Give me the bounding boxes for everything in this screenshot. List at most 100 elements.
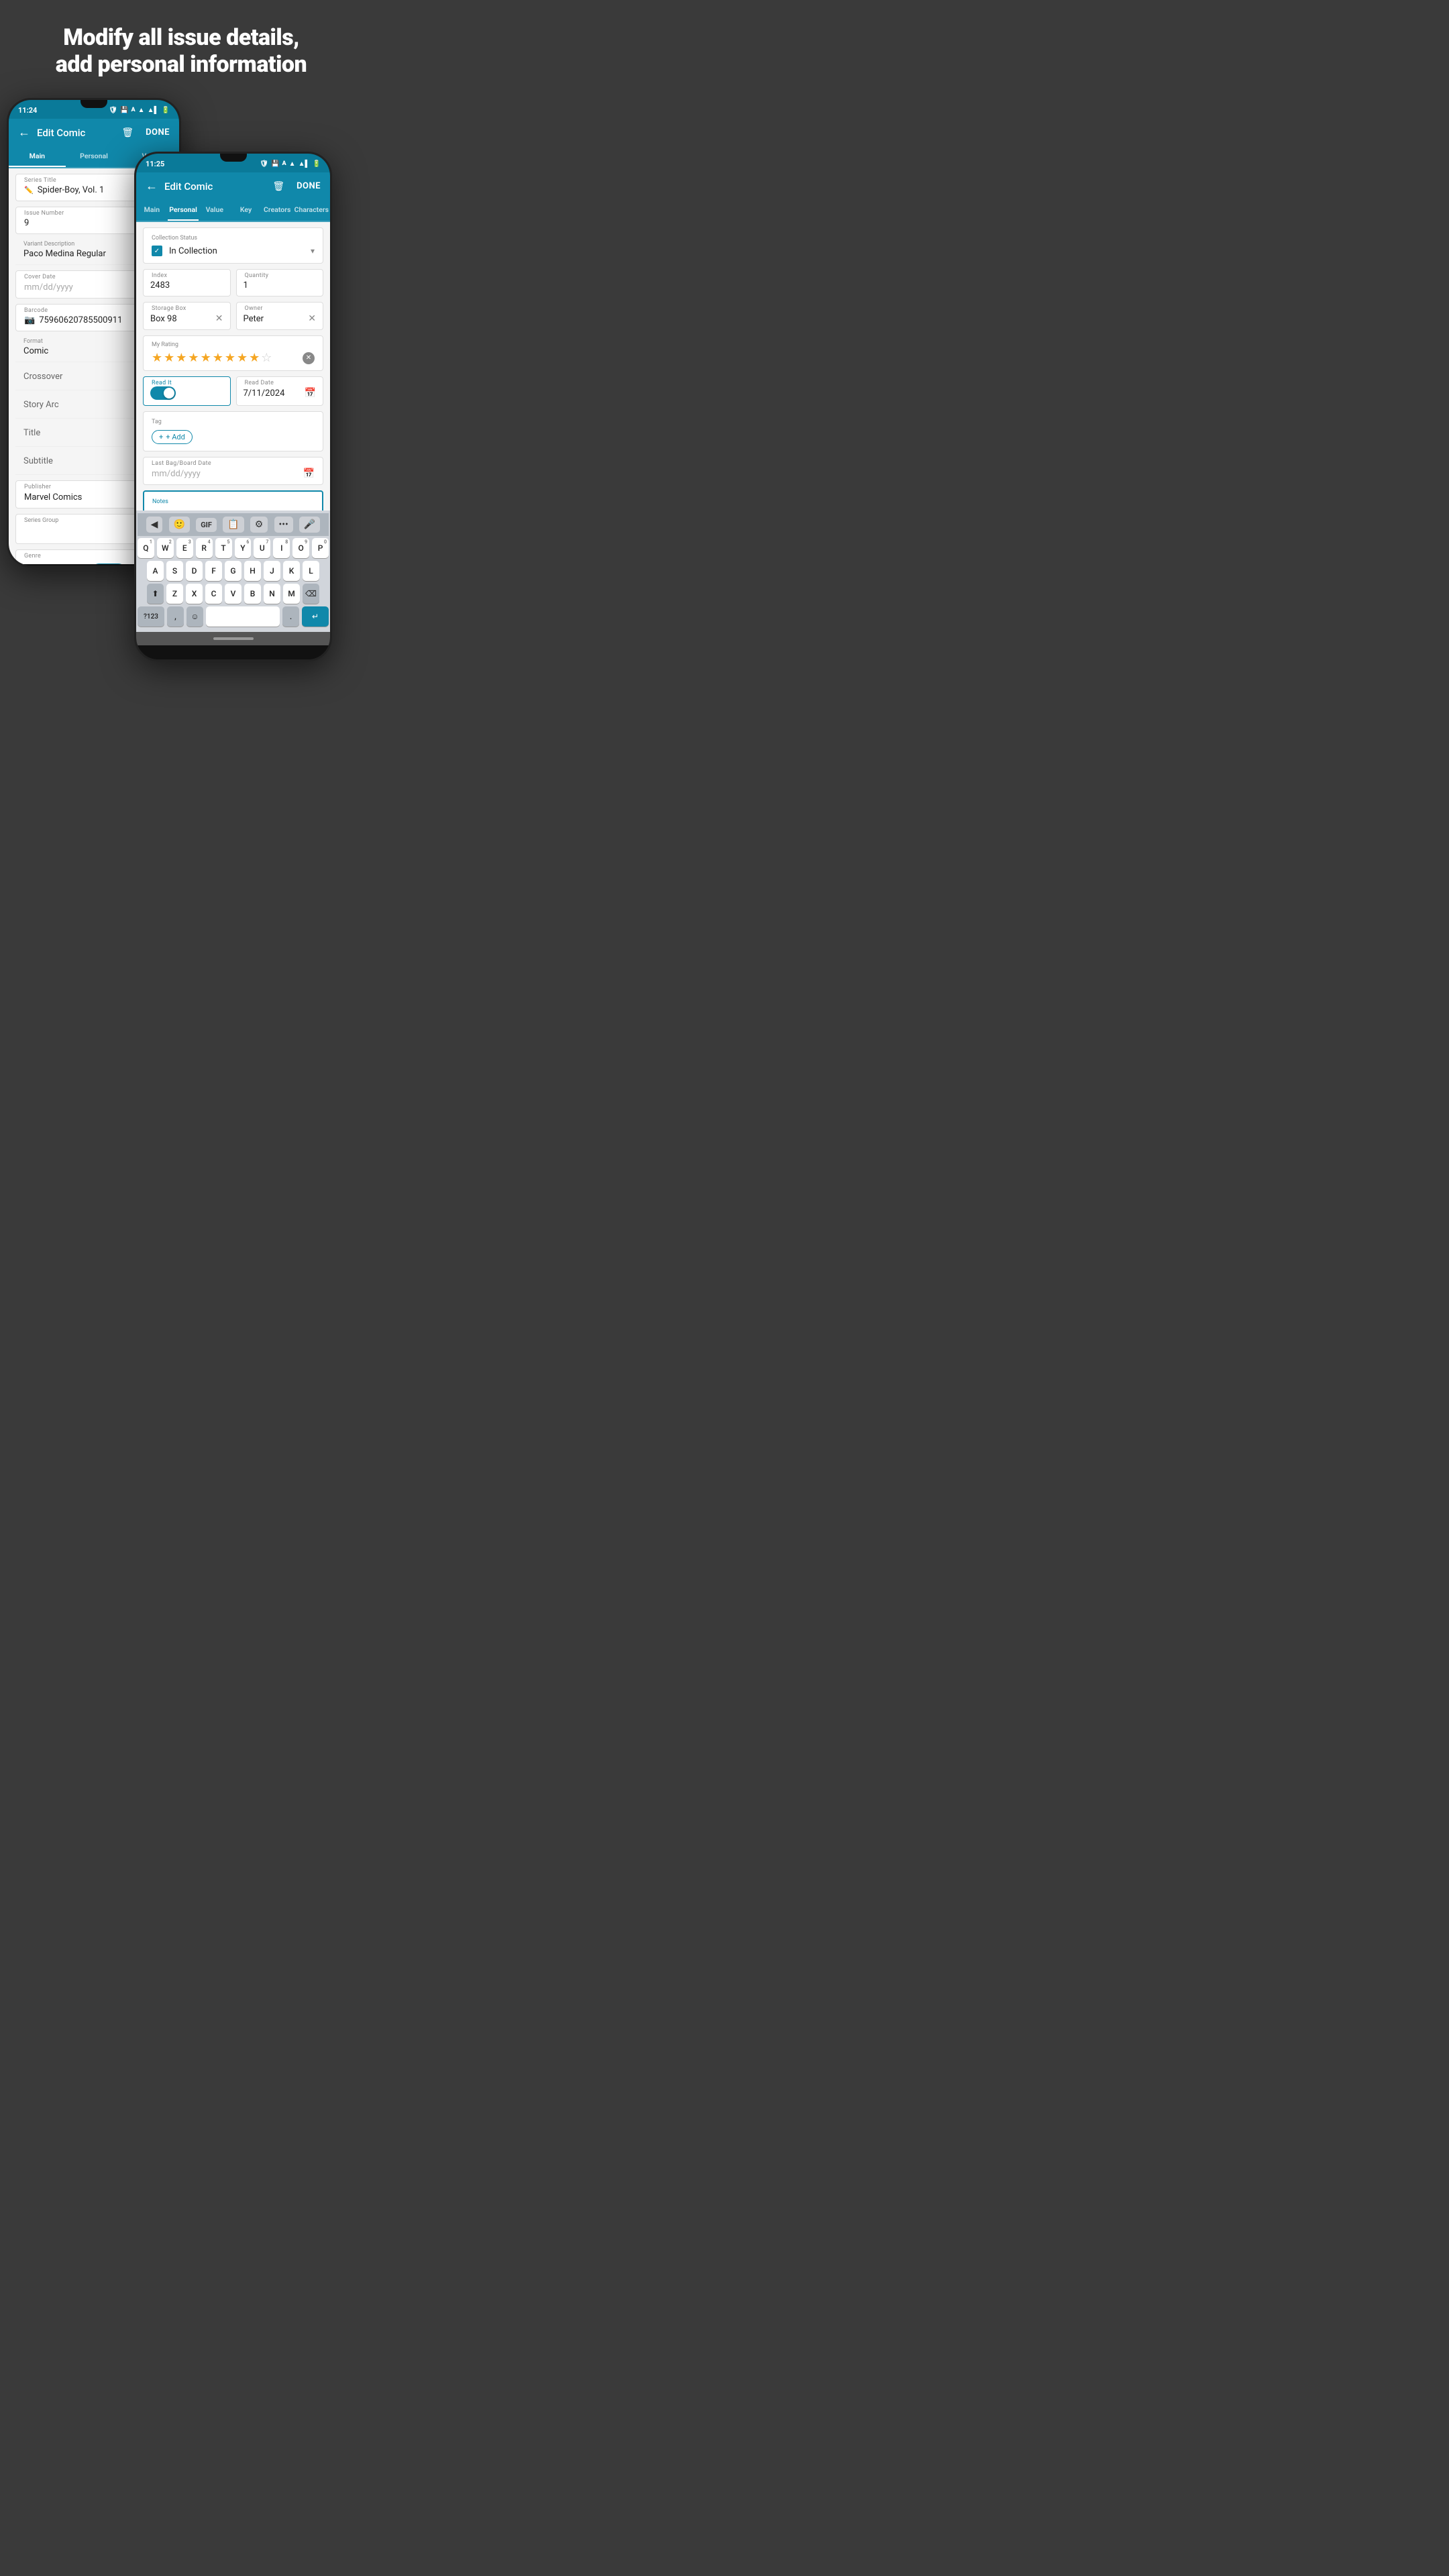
tab-personal-front[interactable]: Personal: [168, 200, 199, 221]
key-f[interactable]: F: [205, 561, 222, 581]
key-b[interactable]: B: [244, 584, 261, 604]
star-10[interactable]: ☆: [261, 351, 272, 365]
key-k[interactable]: K: [283, 561, 300, 581]
key-q[interactable]: Q1: [138, 538, 154, 558]
calendar-icon-bag[interactable]: 📅: [303, 468, 315, 479]
collection-dropdown-icon[interactable]: ▾: [311, 246, 315, 256]
key-u[interactable]: U7: [254, 538, 270, 558]
kb-mic-btn[interactable]: 🎤: [299, 517, 320, 533]
key-x[interactable]: X: [186, 584, 203, 604]
key-c[interactable]: C: [205, 584, 222, 604]
key-w[interactable]: W2: [157, 538, 174, 558]
issue-number-value[interactable]: 9: [24, 218, 29, 228]
key-h[interactable]: H: [244, 561, 261, 581]
bag-board-value[interactable]: mm/dd/yyyy: [152, 469, 201, 479]
key-o[interactable]: O9: [292, 538, 309, 558]
kb-emoji-btn[interactable]: 🙂: [169, 517, 190, 533]
star-9[interactable]: ★: [249, 351, 260, 365]
key-m[interactable]: M: [283, 584, 300, 604]
key-z[interactable]: Z: [166, 584, 183, 604]
quantity-value[interactable]: 1: [244, 280, 248, 290]
star-1[interactable]: ★: [152, 351, 162, 365]
notes-label: Notes: [152, 498, 314, 505]
publisher-value[interactable]: Marvel Comics: [24, 492, 82, 502]
series-title-value[interactable]: Spider-Boy, Vol. 1: [38, 185, 105, 195]
tab-characters-front[interactable]: Characters: [293, 200, 330, 221]
key-s[interactable]: S: [166, 561, 183, 581]
index-value[interactable]: 2483: [150, 280, 170, 290]
key-a[interactable]: A: [147, 561, 164, 581]
key-r[interactable]: R4: [196, 538, 213, 558]
key-d[interactable]: D: [186, 561, 203, 581]
storage-box-label: Storage Box: [152, 305, 186, 312]
read-it-toggle[interactable]: [150, 386, 176, 400]
key-num-switch[interactable]: ?123: [138, 606, 164, 627]
key-t[interactable]: T5: [215, 538, 232, 558]
app-bar-front: ← Edit Comic 🗑 DONE: [136, 172, 330, 200]
signal-icon-back: ▲▌: [148, 107, 159, 114]
key-emoji-main[interactable]: ☺: [186, 606, 203, 627]
owner-value[interactable]: Peter: [244, 314, 264, 324]
save-icon-front: 💾: [271, 160, 279, 168]
hero-line2: add personal information: [56, 51, 307, 78]
key-l[interactable]: L: [303, 561, 319, 581]
back-button-back[interactable]: ←: [18, 125, 30, 140]
done-button-front[interactable]: DONE: [297, 181, 321, 191]
key-g[interactable]: G: [225, 561, 241, 581]
storage-box-clear[interactable]: ✕: [215, 313, 223, 324]
tab-main-front[interactable]: Main: [136, 200, 168, 221]
star-2[interactable]: ★: [164, 351, 174, 365]
tab-key-front[interactable]: Key: [230, 200, 262, 221]
key-i[interactable]: I8: [273, 538, 290, 558]
status-icons-back: 🛡 💾 A ▲ ▲▌ 🔋: [109, 107, 170, 114]
tab-personal-back[interactable]: Personal: [66, 146, 123, 167]
cover-date-value[interactable]: mm/dd/yyyy: [24, 282, 73, 292]
keyboard-row-2: A S D F G H J K L: [138, 561, 329, 581]
key-shift[interactable]: ⬆: [147, 584, 164, 604]
key-v[interactable]: V: [225, 584, 241, 604]
star-6[interactable]: ★: [213, 351, 223, 365]
key-space[interactable]: [206, 606, 280, 627]
star-7[interactable]: ★: [225, 351, 235, 365]
star-4[interactable]: ★: [188, 351, 199, 365]
kb-back-btn[interactable]: ◀: [146, 517, 163, 533]
keyboard-row-4: ?123 , ☺ . ↵: [138, 606, 329, 627]
kb-settings-btn[interactable]: ⚙: [250, 517, 268, 533]
key-comma[interactable]: ,: [167, 606, 184, 627]
owner-clear[interactable]: ✕: [308, 313, 316, 324]
key-e[interactable]: E3: [176, 538, 193, 558]
key-p[interactable]: P0: [312, 538, 329, 558]
calendar-icon-read[interactable]: 📅: [305, 388, 316, 398]
collection-checkbox[interactable]: ✓: [152, 246, 162, 256]
storage-box-value[interactable]: Box 98: [150, 314, 177, 324]
camera-icon[interactable]: 📷: [24, 315, 35, 325]
owner-field: Owner Peter ✕: [236, 302, 324, 330]
kb-more-btn[interactable]: •••: [274, 517, 293, 533]
star-8[interactable]: ★: [237, 351, 248, 365]
clear-rating-btn[interactable]: ✕: [303, 352, 315, 364]
star-3[interactable]: ★: [176, 351, 186, 365]
kb-clipboard-btn[interactable]: 📋: [223, 517, 244, 533]
back-button-front[interactable]: ←: [146, 179, 158, 193]
key-y[interactable]: Y6: [235, 538, 252, 558]
hero-headline: Modify all issue details, add personal i…: [36, 0, 327, 98]
barcode-value[interactable]: 75960620785500911: [39, 315, 122, 325]
read-date-field: Read Date 7/11/2024 📅: [236, 376, 324, 406]
tab-creators-front[interactable]: Creators: [262, 200, 293, 221]
key-delete[interactable]: ⌫: [303, 584, 319, 604]
read-date-value[interactable]: 7/11/2024: [244, 388, 285, 398]
tab-value-front[interactable]: Value: [199, 200, 230, 221]
tab-main-back[interactable]: Main: [9, 146, 66, 167]
key-enter[interactable]: ↵: [302, 606, 329, 627]
key-n[interactable]: N: [264, 584, 280, 604]
kb-gif-btn[interactable]: GIF: [196, 518, 217, 532]
phones-container: 11:24 🛡 💾 A ▲ ▲▌ 🔋 ← Edit Comic 🗑 DONE M…: [0, 98, 362, 648]
key-j[interactable]: J: [264, 561, 280, 581]
delete-button-back[interactable]: 🗑: [121, 127, 133, 138]
delete-button-front[interactable]: 🗑: [272, 181, 284, 192]
done-button-back[interactable]: DONE: [146, 127, 170, 138]
key-period[interactable]: .: [282, 606, 299, 627]
notes-field[interactable]: Notes: [143, 490, 323, 511]
star-5[interactable]: ★: [201, 351, 211, 365]
tag-add-btn[interactable]: + + Add: [152, 430, 193, 444]
